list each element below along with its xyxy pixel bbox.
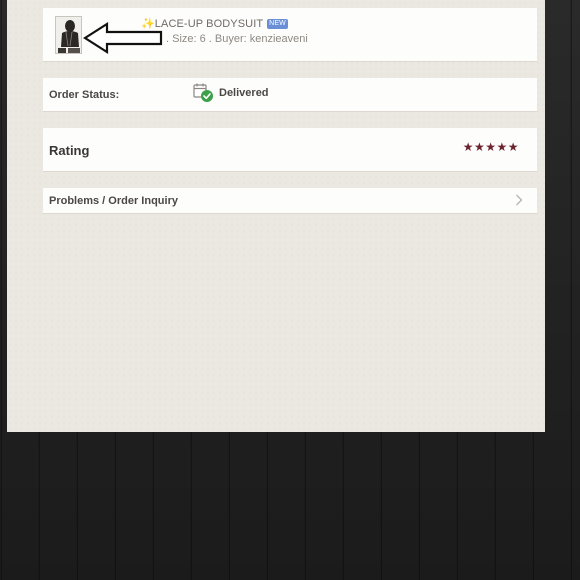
item-title-text: LACE-UP BODYSUIT: [154, 18, 264, 30]
order-status-card: Order Status: Delivered: [43, 78, 537, 112]
item-thumbnail[interactable]: [55, 16, 82, 54]
order-status-value: Delivered: [219, 87, 269, 99]
rating-label: Rating: [49, 143, 90, 158]
product-photo-icon: [56, 17, 81, 53]
item-card[interactable]: ✨LACE-UP BODYSUIT NEW . Size: 6 . Buyer: …: [43, 8, 537, 62]
item-size-buyer: . Size: 6 . Buyer: kenzieaveni: [166, 33, 308, 45]
item-title[interactable]: ✨LACE-UP BODYSUIT NEW: [141, 17, 288, 30]
problems-order-inquiry-row[interactable]: Problems / Order Inquiry: [43, 188, 537, 214]
chevron-right-icon: [516, 194, 523, 206]
rating-card: Rating ★★★★★: [43, 128, 537, 172]
order-details-screen: ✨LACE-UP BODYSUIT NEW . Size: 6 . Buyer: …: [7, 0, 545, 432]
sparkle-icon: ✨: [141, 18, 155, 30]
new-badge: NEW: [267, 19, 288, 29]
rating-stars: ★★★★★: [462, 140, 519, 154]
problems-order-inquiry-label: Problems / Order Inquiry: [49, 195, 178, 207]
order-status-label: Order Status:: [49, 89, 120, 101]
delivered-calendar-check-icon: [193, 83, 213, 102]
